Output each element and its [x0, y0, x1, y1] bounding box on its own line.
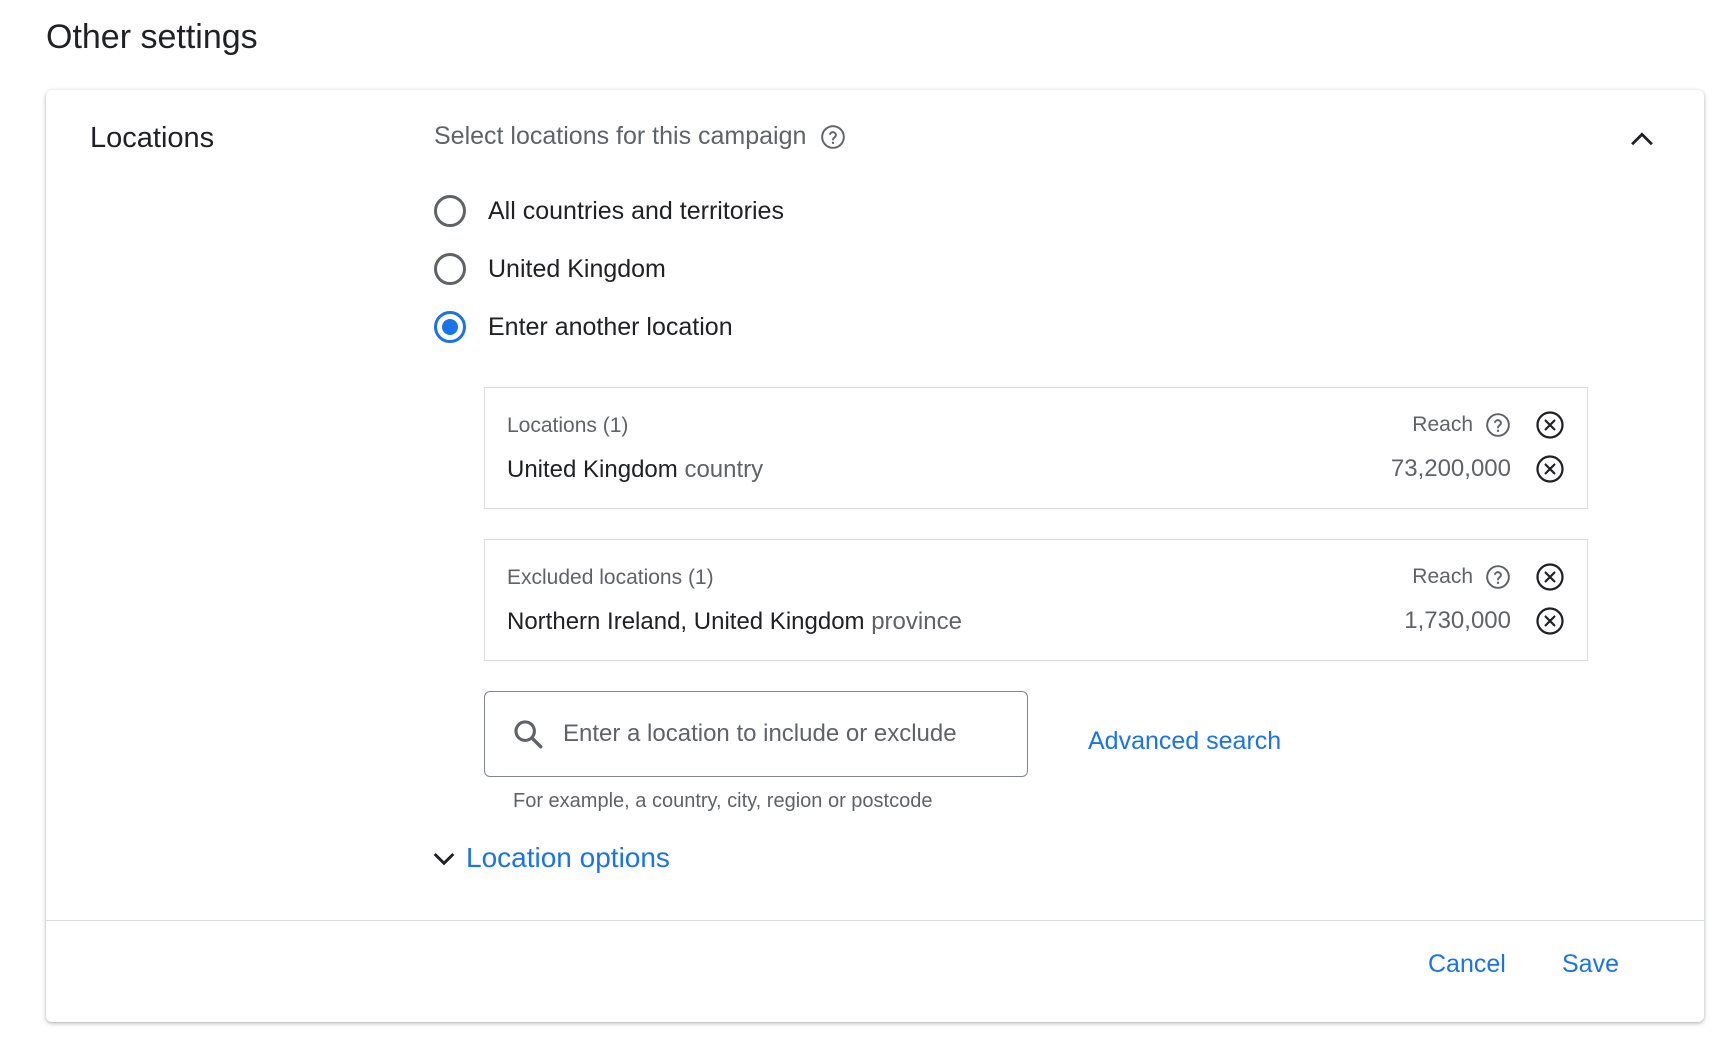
radio-button-checked[interactable] — [434, 311, 466, 343]
reach-header: Reach — [1412, 410, 1565, 440]
location-search-input[interactable] — [561, 719, 995, 749]
excluded-reach-value-row: 1,730,000 — [1404, 606, 1565, 636]
cancel-button[interactable]: Cancel — [1428, 950, 1506, 979]
reach-help-icon[interactable] — [1485, 564, 1511, 590]
included-locations-label: Locations (1) — [507, 414, 629, 437]
locations-card: Locations Select locations for this camp… — [46, 90, 1704, 1022]
location-type: province — [871, 608, 962, 635]
section-header-label: Select locations for this campaign — [434, 122, 807, 150]
included-locations-box: Locations (1) Reach United Kingdom count… — [484, 387, 1588, 509]
included-location-item: United Kingdom country — [507, 456, 763, 484]
radio-label: United Kingdom — [488, 254, 666, 283]
remove-location-icon[interactable] — [1535, 606, 1565, 636]
radio-option-all-countries[interactable]: All countries and territories — [434, 182, 784, 240]
excluded-locations-box: Excluded locations (1) Reach Northern Ir… — [484, 539, 1588, 661]
reach-label: Reach — [1412, 413, 1473, 436]
remove-location-icon[interactable] — [1535, 454, 1565, 484]
included-reach-value-row: 73,200,000 — [1391, 454, 1565, 484]
advanced-search-link[interactable]: Advanced search — [1088, 727, 1281, 756]
reach-help-icon[interactable] — [1485, 412, 1511, 438]
card-title: Locations — [90, 122, 215, 154]
radio-button[interactable] — [434, 195, 466, 227]
remove-all-included-icon[interactable] — [1535, 410, 1565, 440]
radio-option-united-kingdom[interactable]: United Kingdom — [434, 240, 784, 298]
section-header: Select locations for this campaign — [434, 122, 846, 151]
location-type: country — [684, 456, 764, 483]
remove-all-excluded-icon[interactable] — [1535, 562, 1565, 592]
location-radio-group: All countries and territories United Kin… — [434, 182, 784, 356]
reach-value: 1,730,000 — [1404, 607, 1511, 634]
excluded-location-item: Northern Ireland, United Kingdom provinc… — [507, 608, 962, 636]
location-name: Northern Ireland, United Kingdom — [507, 608, 865, 635]
footer-divider — [46, 920, 1704, 921]
location-options-label: Location options — [466, 842, 670, 873]
reach-header: Reach — [1412, 562, 1565, 592]
radio-label: All countries and territories — [488, 196, 784, 225]
page-title: Other settings — [46, 18, 258, 56]
search-icon — [514, 720, 543, 749]
radio-label: Enter another location — [488, 312, 733, 341]
location-name: United Kingdom — [507, 456, 678, 483]
radio-option-another-location[interactable]: Enter another location — [434, 298, 784, 356]
chevron-down-icon — [433, 852, 455, 866]
radio-button[interactable] — [434, 253, 466, 285]
excluded-locations-label: Excluded locations (1) — [507, 566, 714, 589]
location-options-toggle[interactable]: Location options — [428, 842, 670, 874]
reach-value: 73,200,000 — [1390, 455, 1511, 482]
reach-label: Reach — [1412, 565, 1473, 588]
chevron-up-icon — [1631, 132, 1653, 146]
save-button[interactable]: Save — [1562, 950, 1619, 979]
collapse-button[interactable] — [1620, 118, 1664, 162]
help-icon[interactable] — [820, 124, 846, 150]
search-hint: For example, a country, city, region or … — [513, 790, 933, 812]
location-search-box[interactable] — [484, 691, 1028, 777]
